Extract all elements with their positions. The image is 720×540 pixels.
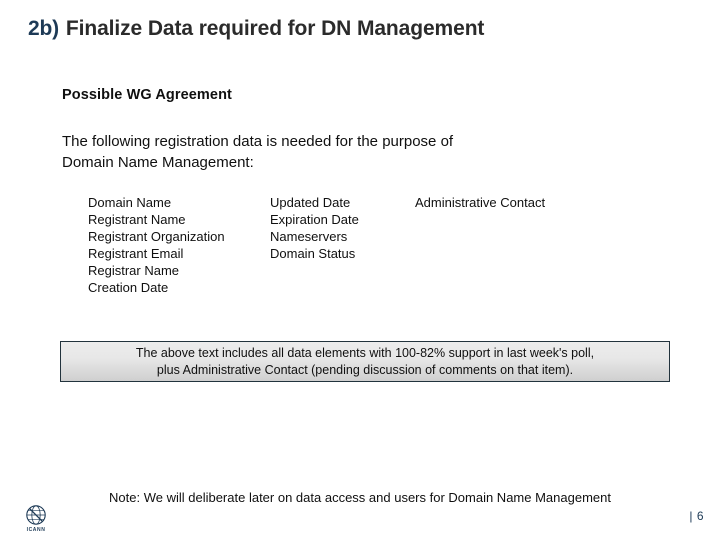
title-text: Finalize Data required for DN Management: [65, 17, 485, 40]
page-title: 2b) Finalize Data required for DN Manage…: [28, 12, 688, 46]
callout-line-2: plus Administrative Contact (pending dis…: [156, 362, 574, 377]
list-item: Registrant Email: [88, 246, 184, 261]
list-item: Domain Name: [88, 195, 172, 210]
callout-box: The above text includes all data element…: [60, 341, 670, 382]
icann-logo: ICANN: [19, 504, 53, 536]
list-item: Expiration Date: [270, 212, 359, 227]
list-item: Nameservers: [270, 229, 348, 244]
intro-paragraph: The following registration data is neede…: [62, 131, 622, 173]
data-column-2: Updated Date Expiration Date Nameservers…: [270, 194, 415, 262]
data-elements-columns: Domain Name Registrant Name Registrant O…: [88, 194, 648, 296]
data-column-3: Administrative Contact: [415, 194, 615, 211]
globe-icon: [26, 505, 46, 525]
list-item: Administrative Contact: [415, 195, 546, 210]
list-item: Updated Date: [270, 195, 351, 210]
slide-canvas: 2b) Finalize Data required for DN Manage…: [0, 0, 720, 540]
list-item: Registrant Organization: [88, 229, 225, 244]
intro-line-2: Domain Name Management:: [62, 154, 254, 171]
list-item: Creation Date: [88, 280, 169, 295]
data-column-1: Domain Name Registrant Name Registrant O…: [88, 194, 270, 296]
list-item: Registrar Name: [88, 263, 180, 278]
list-item: Domain Status: [270, 246, 356, 261]
page-number: | 6: [689, 509, 704, 523]
callout-line-1: The above text includes all data element…: [135, 345, 595, 360]
footnote-text: Note: We will deliberate later on data a…: [109, 490, 611, 505]
section-subheading: Possible WG Agreement: [62, 87, 232, 103]
icann-wordmark: ICANN: [26, 527, 46, 533]
intro-line-1: The following registration data is neede…: [62, 133, 454, 150]
title-number: 2b): [28, 17, 59, 40]
list-item: Registrant Name: [88, 212, 186, 227]
